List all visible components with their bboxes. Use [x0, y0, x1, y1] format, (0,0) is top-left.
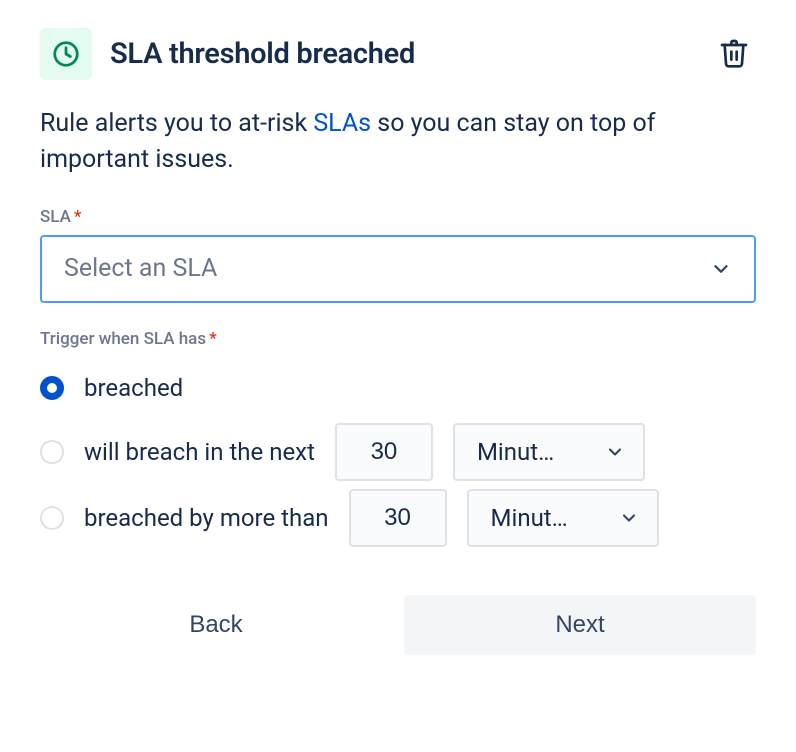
- trash-icon: [718, 37, 750, 69]
- radio-will-breach-label: will breach in the next: [84, 438, 315, 466]
- radio-will-breach[interactable]: [40, 440, 64, 464]
- footer-actions: Back Next: [40, 595, 756, 655]
- chevron-down-icon: [619, 508, 639, 528]
- will-breach-value-input[interactable]: [335, 423, 433, 481]
- next-button[interactable]: Next: [404, 595, 756, 655]
- sla-field-group: SLA * Select an SLA: [40, 207, 756, 303]
- radio-row-breached: breached: [40, 357, 756, 419]
- clock-icon: [51, 39, 81, 69]
- radio-breached-label: breached: [84, 374, 183, 402]
- sla-label-text: SLA: [40, 207, 71, 227]
- radio-breached-by-label: breached by more than: [84, 504, 329, 532]
- trigger-label-text: Trigger when SLA has: [40, 329, 206, 349]
- header-left: SLA threshold breached: [40, 28, 415, 80]
- trigger-label: Trigger when SLA has *: [40, 329, 756, 349]
- chevron-down-icon: [710, 258, 732, 280]
- slas-link[interactable]: SLAs: [313, 109, 371, 138]
- radio-row-will-breach: will breach in the next Minut…: [40, 419, 756, 485]
- trigger-field-group: Trigger when SLA has * breached will bre…: [40, 329, 756, 551]
- sla-select[interactable]: Select an SLA: [40, 235, 756, 303]
- breached-by-value-input[interactable]: [349, 489, 447, 547]
- delete-button[interactable]: [712, 31, 756, 78]
- will-breach-unit-text: Minut…: [477, 438, 554, 466]
- panel-header: SLA threshold breached: [40, 28, 756, 80]
- sla-label: SLA *: [40, 207, 756, 227]
- breached-by-unit-text: Minut…: [491, 504, 568, 532]
- breached-by-unit-select[interactable]: Minut…: [467, 489, 659, 547]
- will-breach-unit-select[interactable]: Minut…: [453, 423, 645, 481]
- panel-title: SLA threshold breached: [110, 37, 415, 71]
- clock-icon-badge: [40, 28, 92, 80]
- chevron-down-icon: [605, 442, 625, 462]
- trigger-radio-group: breached will breach in the next Minut… …: [40, 357, 756, 551]
- radio-breached-by[interactable]: [40, 506, 64, 530]
- required-mark: *: [209, 329, 217, 349]
- radio-breached[interactable]: [40, 376, 64, 400]
- back-button[interactable]: Back: [40, 595, 392, 655]
- panel-description: Rule alerts you to at-risk SLAs so you c…: [40, 106, 756, 179]
- radio-row-breached-by: breached by more than Minut…: [40, 485, 756, 551]
- sla-select-placeholder: Select an SLA: [64, 254, 217, 283]
- required-mark: *: [74, 207, 82, 227]
- description-prefix: Rule alerts you to at-risk: [40, 109, 313, 138]
